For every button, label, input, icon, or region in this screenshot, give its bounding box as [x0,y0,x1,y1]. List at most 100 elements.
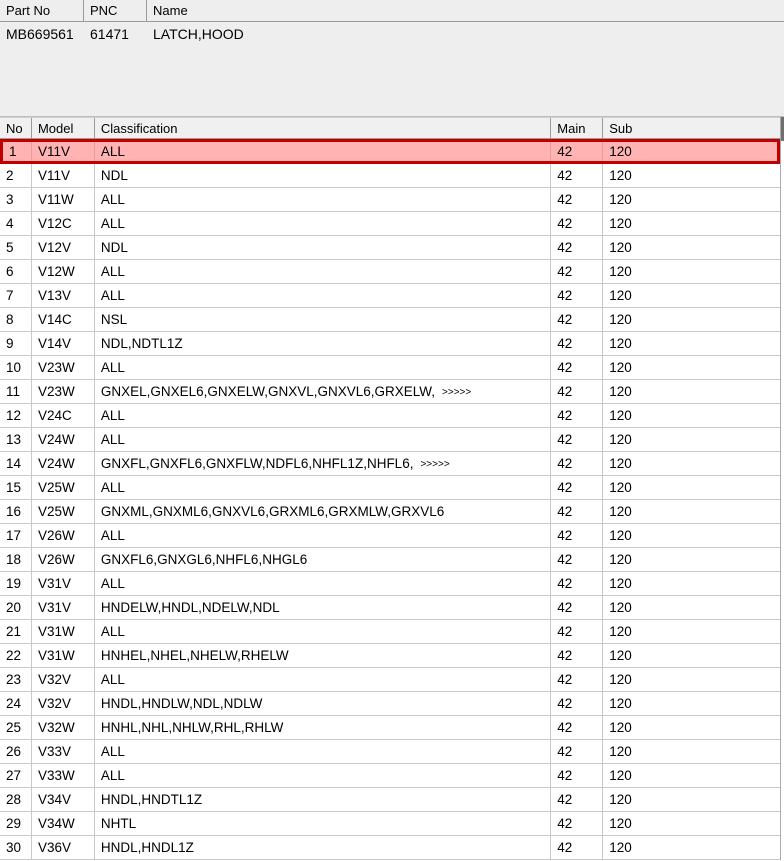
cell-no: 13 [0,428,32,451]
table-row[interactable]: 2 V11V NDL 42 120 [0,164,780,188]
cell-model: V33V [32,740,95,763]
column-header-pnc[interactable]: PNC [84,0,147,21]
cell-classification: GNXEL,GNXEL6,GNXELW,GNXVL,GNXVL6,GRXELW,… [95,380,552,403]
cell-no: 18 [0,548,32,571]
cell-main: 42 [551,812,604,835]
cell-sub: 120 [609,552,632,567]
cell-classification: NDL [95,164,552,187]
cell-main: 42 [551,452,604,475]
cell-no: 25 [0,716,32,739]
cell-no: 10 [0,356,32,379]
table-row[interactable]: 19 V31V ALL 42 120 [0,572,780,596]
table-row[interactable]: 15 V25W ALL 42 120 [0,476,780,500]
cell-sub: 120 [609,768,632,783]
table-row[interactable]: 5 V12V NDL 42 120 [0,236,780,260]
cell-sub: 120 [609,576,632,591]
table-row[interactable]: 6 V12W ALL 42 120 [0,260,780,284]
table-row[interactable]: 4 V12C ALL 42 120 [0,212,780,236]
cell-sub: 120 [609,360,632,375]
table-row[interactable]: 16 V25W GNXML,GNXML6,GNXVL6,GRXML6,GRXMLW,… [0,500,780,524]
classification-text: HNHEL,NHEL,NHELW,RHELW [100,648,289,663]
column-header-model[interactable]: Model [31,118,95,138]
table-row[interactable]: 1 V11V ALL 42 120 [0,139,780,164]
cell-model: V23W [32,380,95,403]
pnc-value: 61471 [90,26,129,42]
table-row[interactable]: 12 V24C ALL 42 120 [0,404,780,428]
column-header-name[interactable]: Name [147,0,784,21]
column-header-no[interactable]: No [0,118,32,138]
classification-grid: No Model Classification Main Sub 1 V11V AL… [0,117,781,860]
table-row[interactable]: 30 V36V HNDL,HNDL1Z 42 120 [0,836,780,860]
cell-sub: 120 [609,624,632,639]
table-row[interactable]: 7 V13V ALL 42 120 [0,284,780,308]
classification-text: ALL [100,768,125,783]
column-header-classification[interactable]: Classification [94,118,552,138]
column-header-part-no[interactable]: Part No [0,0,84,21]
classification-text: ALL [100,744,125,759]
cell-main: 42 [551,572,604,595]
cell-no: 26 [0,740,32,763]
cell-model: V34V [32,788,95,811]
cell-main: 42 [551,764,604,787]
classification-text: NDL,NDTL1Z [100,336,183,351]
cell-main: 42 [551,500,604,523]
cell-classification: HNDELW,HNDL,NDELW,NDL [95,596,552,619]
cell-sub: 120 [609,816,632,831]
cell-no: 24 [0,692,32,715]
cell-model: V32V [32,692,95,715]
cell-model: V32W [32,716,95,739]
table-row[interactable]: 11 V23W GNXEL,GNXEL6,GNXELW,GNXVL,GNXVL6,G… [0,380,780,404]
cell-classification: ALL [95,764,552,787]
cell-main: 42 [551,596,604,619]
cell-classification: ALL [95,356,552,379]
table-row[interactable]: 14 V24W GNXFL,GNXFL6,GNXFLW,NDFL6,NHFL1Z,N… [0,452,780,476]
table-row[interactable]: 25 V32W HNHL,NHL,NHLW,RHL,RHLW 42 120 [0,716,780,740]
table-row[interactable]: 9 V14V NDL,NDTL1Z 42 120 [0,332,780,356]
cell-model: V14C [32,308,95,331]
column-header-sub[interactable]: Sub [603,118,780,138]
table-row[interactable]: 3 V11W ALL 42 120 [0,188,780,212]
cell-sub: 120 [609,600,632,615]
table-row[interactable]: 28 V34V HNDL,HNDTL1Z 42 120 [0,788,780,812]
cell-sub: 120 [609,336,632,351]
cell-main: 42 [551,668,604,691]
cell-no: 2 [0,164,32,187]
column-header-main[interactable]: Main [551,118,604,138]
cell-no: 11 [0,380,32,403]
cell-sub: 120 [609,672,632,687]
cell-classification: GNXML,GNXML6,GNXVL6,GRXML6,GRXMLW,GRXVL6 [95,500,552,523]
table-row[interactable]: 24 V32V HNDL,HNDLW,NDL,NDLW 42 120 [0,692,780,716]
classification-text: GNXEL,GNXEL6,GNXELW,GNXVL,GNXVL6,GRXELW, [100,384,436,399]
table-row[interactable]: 29 V34W NHTL 42 120 [0,812,780,836]
table-row[interactable]: 21 V31W ALL 42 120 [0,620,780,644]
cell-no: 29 [0,812,32,835]
table-row[interactable]: 8 V14C NSL 42 120 [0,308,780,332]
table-row[interactable]: 27 V33W ALL 42 120 [0,764,780,788]
table-row[interactable]: 13 V24W ALL 42 120 [0,428,780,452]
cell-no: 28 [0,788,32,811]
cell-sub: 120 [609,240,632,255]
table-row[interactable]: 10 V23W ALL 42 120 [0,356,780,380]
cell-sub: 120 [609,456,632,471]
part-name-value: LATCH,HOOD [153,26,244,42]
cell-model: V13V [32,284,95,307]
cell-classification: HNDL,HNDLW,NDL,NDLW [95,692,552,715]
cell-sub: 120 [609,504,632,519]
cell-main: 42 [551,692,604,715]
part-info-row[interactable]: MB669561 61471 LATCH,HOOD [0,22,784,46]
cell-model: V23W [32,356,95,379]
cell-no: 8 [0,308,32,331]
cell-sub: 120 [609,384,632,399]
table-row[interactable]: 17 V26W ALL 42 120 [0,524,780,548]
table-row[interactable]: 26 V33V ALL 42 120 [0,740,780,764]
cell-classification: NHTL [95,812,552,835]
cell-model: V12W [32,260,95,283]
table-row[interactable]: 23 V32V ALL 42 120 [0,668,780,692]
classification-text: HNHL,NHL,NHLW,RHL,RHLW [100,720,284,735]
cell-classification: NDL,NDTL1Z [95,332,552,355]
classification-text: ALL [100,144,125,159]
cell-model: V25W [32,476,95,499]
table-row[interactable]: 18 V26W GNXFL6,GNXGL6,NHFL6,NHGL6 42 120 [0,548,780,572]
table-row[interactable]: 22 V31W HNHEL,NHEL,NHELW,RHELW 42 120 [0,644,780,668]
table-row[interactable]: 20 V31V HNDELW,HNDL,NDELW,NDL 42 120 [0,596,780,620]
